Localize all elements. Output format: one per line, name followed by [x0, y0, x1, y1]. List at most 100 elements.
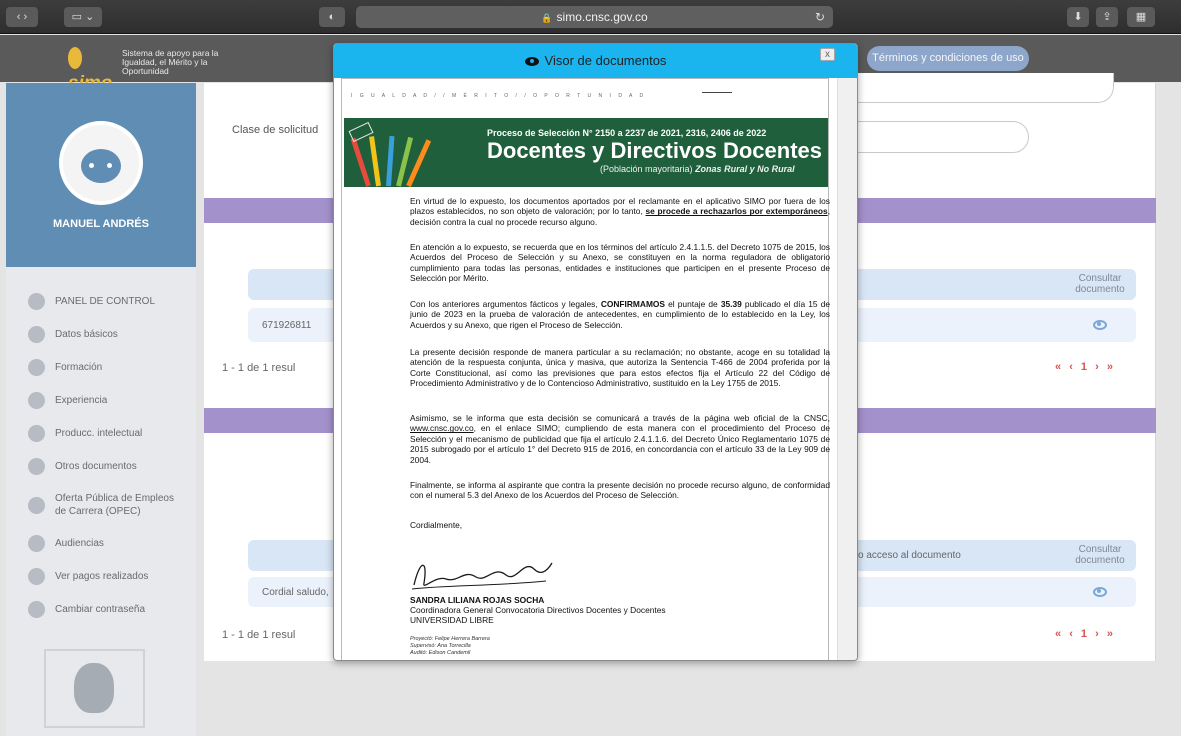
sidebar-item-formacion[interactable]: Formación: [6, 351, 196, 384]
lock-icon: 🔒: [541, 13, 553, 23]
dashboard-icon: [28, 293, 45, 310]
top-field[interactable]: [824, 73, 1114, 103]
paragraph-5: Asimismo, se le informa que esta decisió…: [410, 413, 830, 465]
superviso-text: Supervisó: Ana Torrecilla: [410, 643, 471, 649]
header-logos: [702, 83, 732, 93]
sidebar-item-label: Datos básicos: [55, 329, 118, 340]
page-number[interactable]: 1: [1081, 361, 1087, 373]
cnsc-link[interactable]: www.cnsc.gov.co: [410, 423, 474, 433]
sidebar-item-contrasena[interactable]: Cambiar contraseña: [6, 593, 196, 626]
table1-pager[interactable]: « ‹ 1 › »: [1055, 361, 1113, 373]
sidebar-item-label: Producc. intelectual: [55, 428, 143, 439]
avatar[interactable]: [59, 121, 143, 205]
signer-role: Coordinadora General Convocatoria Direct…: [410, 605, 666, 615]
user-panel: MANUEL ANDRÉS: [6, 83, 196, 267]
paragraph-1: En virtud de lo expuesto, los documentos…: [410, 196, 831, 227]
pencils-illustration: [348, 121, 438, 188]
banner-line-3: (Población mayoritaria) Zonas Rural y No…: [600, 164, 795, 174]
sidebar-toggle-button[interactable]: ▭ ⌄: [64, 7, 102, 27]
lock-icon: [28, 601, 45, 618]
browser-toolbar: ‹ › ▭ ⌄ ◐ 🔒 simo.cnsc.gov.co ↻ ⬇ ⇪ ▦: [0, 0, 1181, 34]
row-value: 671926811: [262, 320, 312, 331]
paragraph-4: La presente decisión responde de manera …: [410, 347, 830, 389]
view-document-eye-icon[interactable]: [1093, 587, 1107, 597]
table1-footer: 1 - 1 de 1 resul: [222, 362, 296, 374]
process-banner: Proceso de Selección N° 2150 a 2237 de 2…: [344, 118, 828, 188]
back-forward-buttons[interactable]: ‹ ›: [6, 7, 38, 27]
sidebar-item-opec[interactable]: Oferta Pública de Empleos de Carrera (OP…: [6, 483, 196, 527]
sidebar-item-label: Experiencia: [55, 395, 108, 406]
sidebar-item-experiencia[interactable]: Experiencia: [6, 384, 196, 417]
sidebar-item-label: Formación: [55, 362, 103, 373]
sidebar-item-otros-documentos[interactable]: Otros documentos: [6, 450, 196, 483]
downloads-icon[interactable]: ⬇: [1067, 7, 1089, 27]
document-page[interactable]: I G U A L D A D / / M É R I T O / / O P …: [341, 78, 831, 660]
paragraph-2: En atención a lo expuesto, se recuerda q…: [410, 242, 830, 284]
sidebar-menu: PANEL DE CONTROL Datos básicos Formación…: [6, 285, 196, 626]
table2-footer: 1 - 1 de 1 resul: [222, 629, 296, 641]
prev-page-button[interactable]: ‹: [1069, 628, 1073, 640]
prev-page-button[interactable]: ‹: [1069, 361, 1073, 373]
cnsc-figure-icon: [74, 663, 114, 713]
reload-icon[interactable]: ↻: [815, 6, 825, 28]
tagline: Sistema de apoyo para la Igualdad, el Mé…: [122, 48, 219, 76]
document-scrollbar[interactable]: [837, 78, 857, 660]
graduation-icon: [28, 359, 45, 376]
banner-line-1: Proceso de Selección N° 2150 a 2237 de 2…: [487, 128, 767, 138]
motto-text: I G U A L D A D / / M É R I T O / / O P …: [351, 93, 647, 99]
sidebar-item-datos-basicos[interactable]: Datos básicos: [6, 318, 196, 351]
consult-header: Consultar documento: [1075, 544, 1125, 566]
sidebar: MANUEL ANDRÉS PANEL DE CONTROL Datos bás…: [6, 83, 196, 736]
signature-image: [411, 562, 553, 590]
last-page-button[interactable]: »: [1107, 361, 1113, 373]
clase-label: Clase de solicitud: [232, 124, 319, 136]
consult-header: Consultar documento: [1075, 273, 1125, 295]
row-value: Cordial saludo,: [262, 587, 329, 598]
paragraph-6: Finalmente, se informa al aspirante que …: [410, 480, 830, 501]
paragraph-3: Con los anteriores argumentos fácticos y…: [410, 299, 831, 330]
sidebar-logo: [44, 649, 145, 728]
first-page-button[interactable]: «: [1055, 361, 1061, 373]
document-viewer-modal: Visor de documentos x I G U A L D A D / …: [333, 43, 858, 661]
dollar-icon: [28, 568, 45, 585]
sidebar-item-label: Audiencias: [55, 538, 104, 549]
sidebar-item-label: Oferta Pública de Empleos de Carrera (OP…: [55, 493, 174, 517]
simo-logo[interactable]: simo: [68, 45, 120, 94]
modal-header: Visor de documentos x: [334, 44, 857, 78]
view-document-eye-icon[interactable]: [1093, 320, 1107, 330]
sidebar-item-pagos[interactable]: Ver pagos realizados: [6, 560, 196, 593]
sidebar-item-produccion[interactable]: Producc. intelectual: [6, 417, 196, 450]
book-icon: [28, 425, 45, 442]
sidebar-item-audiencias[interactable]: Audiencias: [6, 527, 196, 560]
audience-icon: [28, 535, 45, 552]
signer-name: SANDRA LILIANA ROJAS SOCHA: [410, 595, 545, 605]
next-page-button[interactable]: ›: [1095, 361, 1099, 373]
table2-pager[interactable]: « ‹ 1 › »: [1055, 628, 1113, 640]
offer-icon: [28, 496, 45, 514]
url-text: simo.cnsc.gov.co: [556, 10, 648, 24]
address-bar[interactable]: 🔒 simo.cnsc.gov.co ↻: [356, 6, 833, 28]
proyecto-text: Proyectó: Felipe Herrera Barrera: [410, 636, 490, 642]
modal-title: Visor de documentos: [544, 53, 667, 68]
sidebar-item-panel[interactable]: PANEL DE CONTROL: [6, 285, 196, 318]
sidebar-item-label: PANEL DE CONTROL: [55, 296, 156, 307]
sidebar-item-label: Ver pagos realizados: [55, 571, 149, 582]
tab-overview-icon[interactable]: ▦: [1127, 7, 1155, 27]
banner-line-2: Docentes y Directivos Docentes: [487, 138, 823, 163]
share-icon[interactable]: ⇪: [1096, 7, 1118, 27]
avatar-face-icon: [81, 149, 121, 183]
privacy-shield-icon[interactable]: ◐: [319, 7, 345, 27]
terms-button[interactable]: Términos y condiciones de uso: [867, 46, 1029, 71]
first-page-button[interactable]: «: [1055, 628, 1061, 640]
eye-icon: [524, 57, 539, 67]
last-page-button[interactable]: »: [1107, 628, 1113, 640]
next-page-button[interactable]: ›: [1095, 628, 1099, 640]
sidebar-item-label: Otros documentos: [55, 461, 137, 472]
signer-org: UNIVERSIDAD LIBRE: [410, 615, 494, 625]
audito-text: Auditó: Edison Candemil: [410, 650, 471, 656]
sidebar-item-label: Cambiar contraseña: [55, 604, 146, 615]
page-number[interactable]: 1: [1081, 628, 1087, 640]
user-name: MANUEL ANDRÉS: [53, 218, 149, 230]
close-button[interactable]: x: [820, 48, 835, 61]
document-icon: [28, 458, 45, 475]
